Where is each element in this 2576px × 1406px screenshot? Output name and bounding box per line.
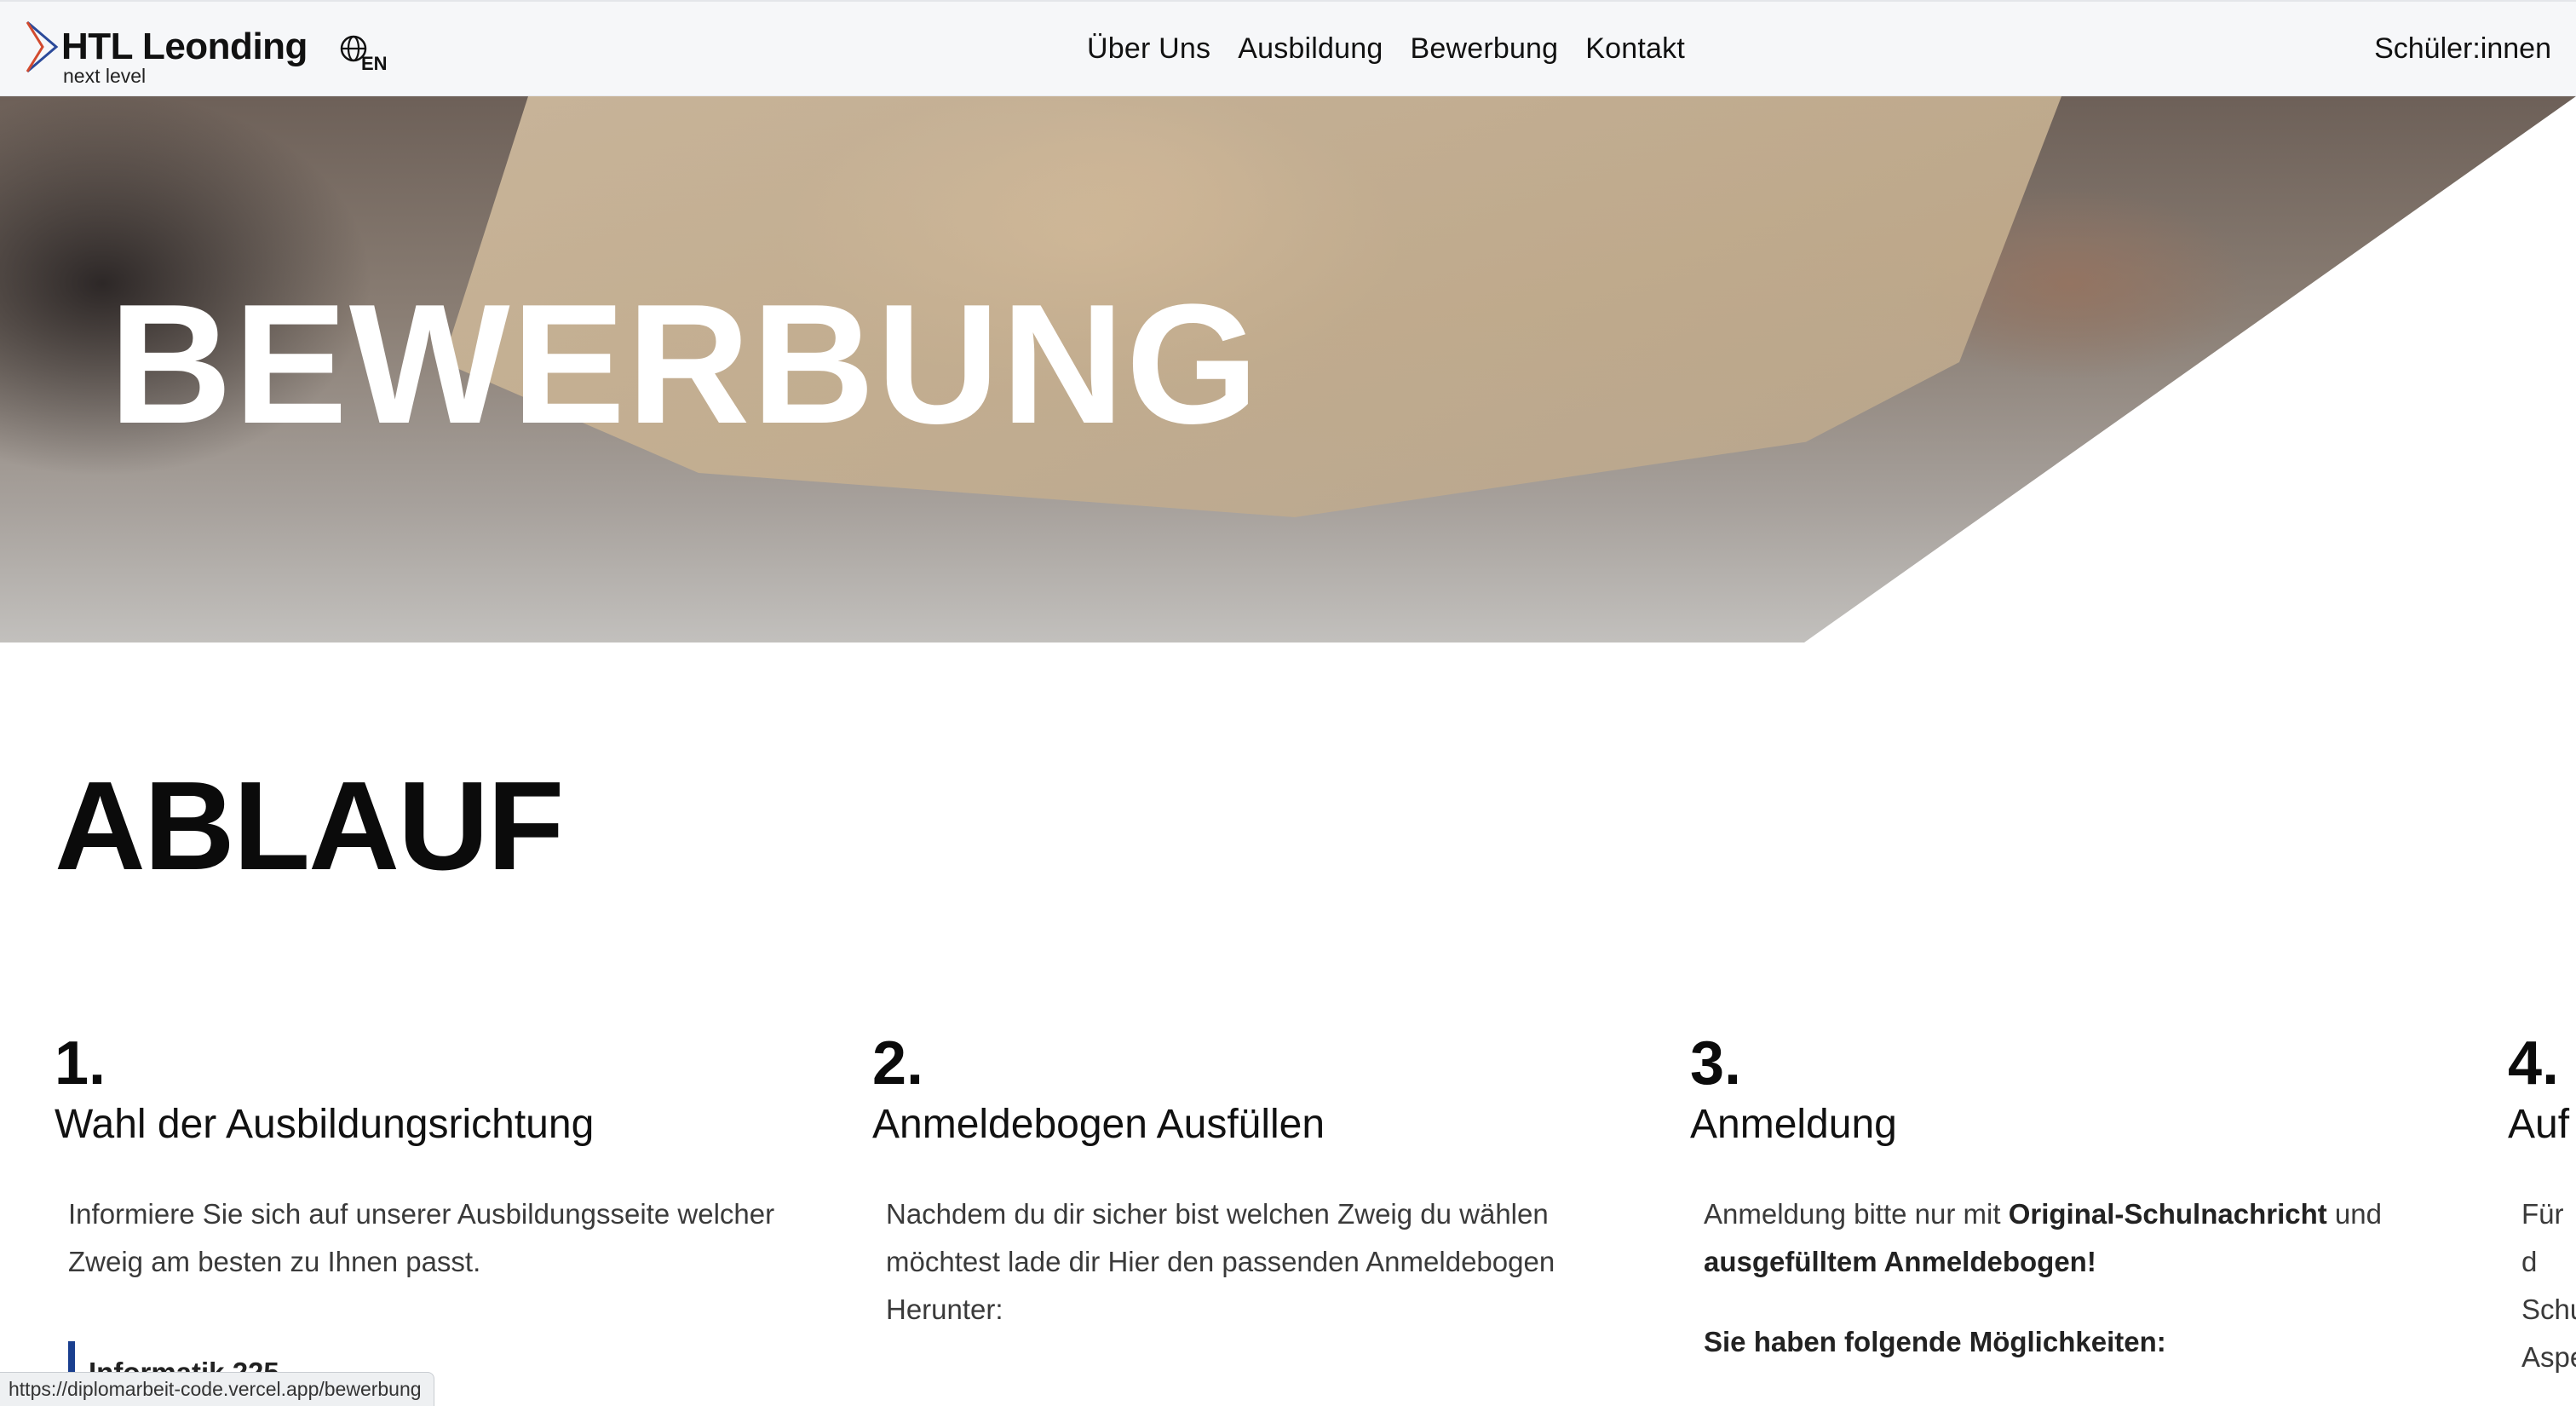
step-number: 3. (1690, 1029, 1742, 1098)
step-number: 2. (872, 1029, 924, 1098)
site-logo[interactable]: HTL Leonding next level (24, 20, 313, 87)
language-switch[interactable]: EN (339, 34, 390, 77)
main-menu: Über Uns Ausbildung Bewerbung Kontakt (1087, 32, 1712, 66)
menu-item-bewerbung[interactable]: Bewerbung (1410, 32, 1558, 66)
language-label: EN (361, 53, 388, 74)
logo-arrow-icon (26, 20, 59, 73)
menu-item-ausbildung[interactable]: Ausbildung (1238, 32, 1383, 66)
step-text: Anmeldung bitte nur mit (1704, 1198, 2009, 1230)
options-heading: Sie haben folgende Möglichkeiten: (1704, 1318, 2457, 1366)
step-description: Nachdem du dir sicher bist welchen Zweig… (886, 1198, 1555, 1325)
step-description: Für d Schu Aspe (2521, 1190, 2576, 1381)
options-heading-text: Sie haben folgende Möglichkeiten: (1704, 1326, 2166, 1357)
step-title: Wahl der Ausbildungsrichtung (55, 1102, 595, 1147)
step-number: 1. (55, 1029, 106, 1098)
step-1: 1. Wahl der Ausbildungsrichtung Informie… (55, 1033, 821, 1286)
top-navigation: HTL Leonding next level EN Über Uns Ausb… (0, 0, 2576, 96)
status-bar-url: https://diplomarbeit-code.vercel.app/bew… (0, 1372, 434, 1406)
step-line: Aspe (2521, 1341, 2576, 1373)
menu-item-kontakt[interactable]: Kontakt (1585, 32, 1685, 66)
step-title: Anmeldebogen Ausfüllen (872, 1102, 1325, 1147)
step-line: Für d (2521, 1198, 2564, 1277)
step-3: 3. Anmeldung Anmeldung bitte nur mit Ori… (1690, 1033, 2457, 1366)
section-title: ABLAUF (55, 756, 564, 896)
step-title: Auf (2508, 1102, 2570, 1147)
logo-title: HTL Leonding (61, 26, 308, 67)
students-link[interactable]: Schüler:innen (2374, 32, 2551, 66)
step-title: Anmeldung (1690, 1102, 1897, 1147)
hero-banner: BEWERBUNG (0, 96, 2576, 642)
step-text: und (2326, 1198, 2382, 1230)
step-4: 4. Auf Für d Schu Aspe (2508, 1033, 2576, 1381)
step-number: 4. (2508, 1033, 2560, 1098)
step-description: Anmeldung bitte nur mit Original-Schulna… (1704, 1190, 2457, 1366)
step-description: Informiere Sie sich auf unserer Ausbildu… (68, 1198, 775, 1277)
logo-subtitle: next level (63, 65, 147, 87)
step-line: Schu (2521, 1294, 2576, 1325)
step-emphasis: ausgefülltem Anmeldebogen! (1704, 1246, 2096, 1277)
menu-item-ueber-uns[interactable]: Über Uns (1087, 32, 1210, 66)
step-emphasis: Original-Schulnachricht (2008, 1198, 2327, 1230)
step-2: 2. Anmeldebogen Ausfüllen Nachdem du dir… (872, 1033, 1639, 1334)
hero-title: BEWERBUNG (109, 269, 1261, 459)
